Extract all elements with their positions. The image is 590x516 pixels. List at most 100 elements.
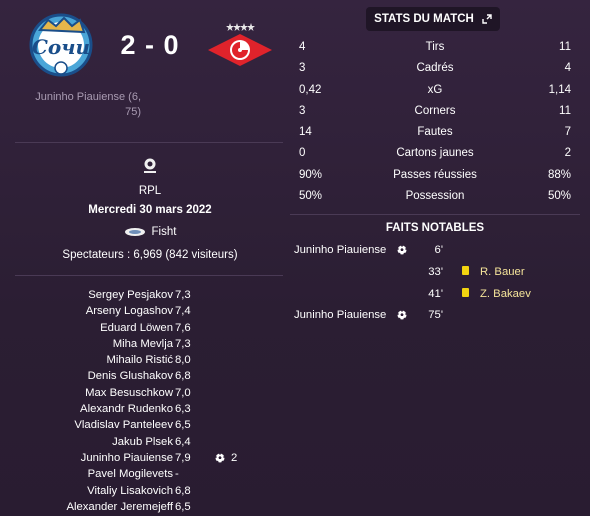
player-goal-count: 2 [231,451,238,464]
player-ratings-list: Sergey Pesjakov 7,3 Arseny Logashov 7,4 Edua… [15,287,275,515]
stadium-icon [124,228,145,236]
player-name[interactable]: Arseny Logashov [86,303,173,319]
stat-label: xG [427,83,443,96]
away-team-logo[interactable] [206,20,274,74]
stat-label: Cartons jaunes [396,147,474,160]
player-rating-row[interactable]: Alexander Jeremejeff 6,5 [15,499,275,515]
stat-home-value: 14 [299,126,312,139]
player-name[interactable]: Juninho Piauiense [81,450,173,466]
competition-logo[interactable] [141,157,159,175]
svg-text:Сочи: Сочи [32,35,90,59]
stat-home-value: 0 [299,147,306,160]
player-rating: 7,0 [175,386,191,399]
player-rating-row[interactable]: Max Besuschkow 7,0 [15,385,275,401]
player-rating-row[interactable]: Eduard Löwen 7,6 [15,320,275,336]
player-name[interactable]: Max Besuschkow [85,385,173,401]
player-rating: 6,8 [175,484,191,497]
stat-home-value: 50% [299,190,323,203]
expand-icon [482,14,492,24]
event-away-player[interactable]: R. Bauer [480,264,525,280]
stadium-name: Fisht [151,226,177,238]
player-rating-row[interactable]: Juninho Piauiense 7,9 2 [15,450,275,466]
match-score: 2 - 0 [120,30,180,60]
sochi-crest-icon: Сочи [29,13,93,77]
stat-label: Cadrés [416,62,454,75]
stat-row: Fautes 14 7 [299,122,571,143]
stat-home-value: 4 [299,41,306,53]
player-rating: 6,5 [175,419,191,432]
stat-row: Cadrés 3 4 [299,58,571,79]
player-name[interactable]: Jakub Plsek [112,434,173,450]
event-goal-marker [397,242,407,258]
stat-label: Tirs [425,41,445,53]
player-name[interactable]: Vladislav Panteleev [74,417,173,433]
event-home-player[interactable]: Juninho Piauiense [294,242,386,258]
player-rating-row[interactable]: Arseny Logashov 7,4 [15,303,275,319]
right-divider [290,214,580,215]
player-goals: 2 [215,450,237,466]
player-name[interactable]: Mihailo Ristić [106,352,173,368]
rpl-logo-icon [144,158,156,173]
home-scorer-summary: Juninho Piauiense (6, 75) [35,91,141,118]
player-rating-row[interactable]: Pavel Mogilevets - [15,466,275,482]
player-rating-row[interactable]: Vladislav Panteleev 6,5 [15,417,275,433]
left-divider-bottom [15,275,283,276]
stat-away-value: 2 [564,147,571,160]
stat-away-value: 11 [559,41,571,53]
player-rating-row[interactable]: Alexandr Rudenko 6,3 [15,401,275,417]
player-rating: 7,3 [175,337,191,350]
player-name[interactable]: Sergey Pesjakov [88,287,173,303]
competition-name[interactable]: RPL [15,185,285,197]
player-rating: 6,3 [175,403,191,416]
stat-row: Passes réussies 90% 88% [299,165,571,186]
event-away-player[interactable]: Z. Bakaev [480,286,531,302]
stat-label: Possession [405,190,465,203]
stat-row: xG 0,42 1,14 [299,80,571,101]
match-stats-button[interactable]: STATS DU MATCH [366,7,500,31]
player-rating-row[interactable]: Denis Glushakov 6,8 [15,368,275,384]
stat-away-value: 50% [547,190,571,203]
home-team-logo[interactable]: Сочи [26,10,96,80]
match-stats-label: STATS DU MATCH [374,13,474,25]
player-rating-row[interactable]: Mihailo Ristić 8,0 [15,352,275,368]
player-name[interactable]: Vitaliy Lisakovich [87,483,173,499]
player-rating-row[interactable]: Miha Mevlja 7,3 [15,336,275,352]
player-rating-row[interactable]: Sergey Pesjakov 7,3 [15,287,275,303]
stat-home-value: 3 [299,104,306,117]
stadium-row[interactable]: Fisht [15,226,285,238]
event-card-marker [462,286,469,302]
player-rating: 6,5 [175,500,191,513]
spartak-crest-icon [208,23,272,66]
stat-label: Corners [414,104,456,117]
player-rating-row[interactable]: Jakub Plsek 6,4 [15,434,275,450]
player-name[interactable]: Alexander Jeremejeff [66,499,173,515]
event-card-marker [462,264,469,280]
stat-home-value: 0,42 [299,83,322,96]
player-rating: 6,8 [175,370,191,383]
player-rating: 7,6 [175,321,191,334]
ball-icon [397,310,407,320]
player-name[interactable]: Pavel Mogilevets [88,466,173,482]
player-name[interactable]: Eduard Löwen [100,320,173,336]
player-rating-row[interactable]: Vitaliy Lisakovich 6,8 [15,483,275,499]
match-stats-table: Tirs 4 11 Cadrés 3 4 xG 0,42 1,14 Corners 3 11 Faute… [299,37,571,207]
event-minute: 6' [434,244,443,256]
stat-row: Corners 3 11 [299,101,571,122]
player-name[interactable]: Miha Mevlja [113,336,173,352]
event-goal-marker [397,307,407,323]
event-minute: 75' [428,309,443,321]
event-home-player[interactable]: Juninho Piauiense [294,307,386,323]
match-date: Mercredi 30 mars 2022 [88,204,212,216]
player-name[interactable]: Alexandr Rudenko [80,401,173,417]
player-rating: 7,3 [175,289,191,301]
player-rating: 6,4 [175,435,191,448]
player-rating: - [175,468,179,481]
stat-away-value: 1,14 [548,83,571,96]
stat-away-value: 4 [564,62,571,75]
stat-away-value: 88% [547,168,571,181]
stat-away-value: 7 [564,126,571,139]
stat-row: Possession 50% 50% [299,186,571,207]
player-rating: 7,4 [175,305,191,318]
player-name[interactable]: Denis Glushakov [88,368,173,384]
stat-row: Cartons jaunes 0 2 [299,143,571,164]
